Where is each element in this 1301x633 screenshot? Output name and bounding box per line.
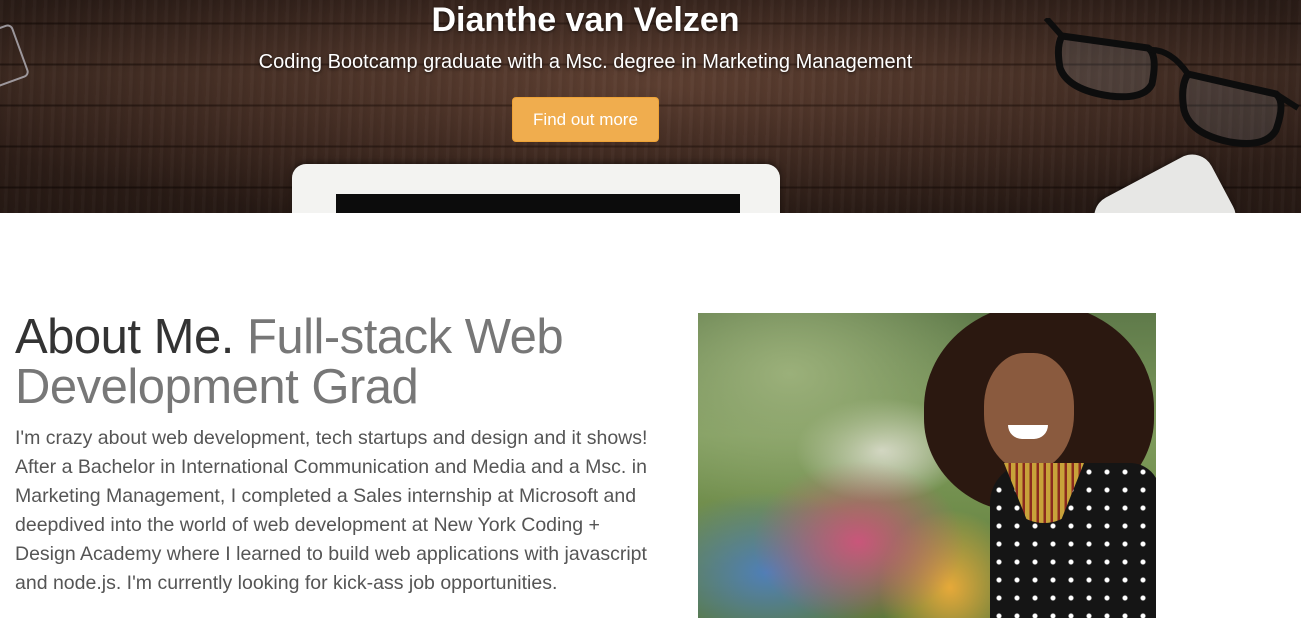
tablet-screen bbox=[336, 194, 740, 213]
tablet-decoration bbox=[292, 164, 780, 213]
hero-subtitle: Coding Bootcamp graduate with a Msc. deg… bbox=[258, 51, 913, 73]
hero-banner: Dianthe van Velzen Coding Bootcamp gradu… bbox=[0, 0, 1301, 213]
hero-title: Dianthe van Velzen bbox=[431, 1, 740, 39]
about-body-text: I'm crazy about web development, tech st… bbox=[15, 427, 648, 594]
profile-photo-face bbox=[984, 353, 1074, 471]
profile-photo bbox=[698, 313, 1156, 618]
about-heading: About Me. Full-stack Web Development Gra… bbox=[15, 312, 655, 412]
about-heading-lead: About Me. bbox=[15, 310, 234, 364]
find-out-more-button[interactable]: Find out more bbox=[512, 97, 659, 142]
